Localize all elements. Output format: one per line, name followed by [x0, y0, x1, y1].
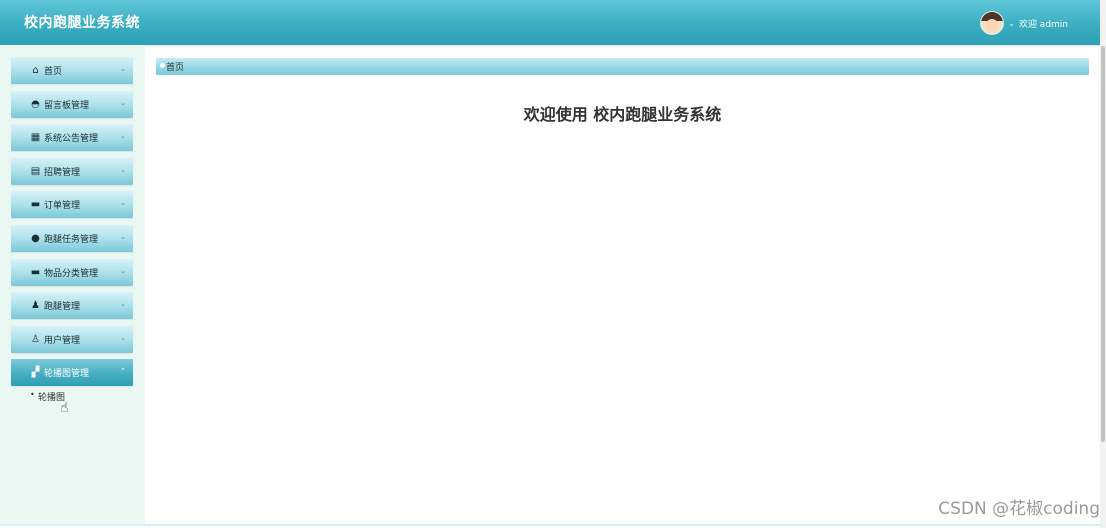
- scrollbar-thumb[interactable]: [1101, 46, 1105, 442]
- sidebar-item-users[interactable]: ♙ 用户管理 ⌄: [11, 325, 133, 353]
- sidebar-item-label: 用户管理: [44, 335, 81, 346]
- top-header: 校内跑腿业务系统 ⌄ 欢迎 admin: [0, 0, 1100, 45]
- drop-icon: ●: [31, 232, 40, 244]
- sidebar-item-label: 跑腿管理: [44, 302, 81, 313]
- chevron-down-icon: ⌄: [120, 98, 126, 107]
- watermark: CSDN @花椒coding: [938, 499, 1100, 519]
- sidebar-item-home[interactable]: ⌂ 首页 ⌄: [11, 57, 133, 84]
- sidebar-item-errand-tasks[interactable]: ● 跑腿任务管理 ⌄: [11, 224, 133, 252]
- sidebar-item-announcements[interactable]: ▦ 系统公告管理 ⌄: [11, 124, 133, 152]
- submenu-item-carousel[interactable]: • 轮播图: [11, 388, 133, 403]
- chevron-down-icon: ⌄: [120, 199, 126, 208]
- chevron-down-icon: ⌄: [120, 300, 126, 309]
- sidebar-item-label: 跑腿任务管理: [44, 234, 99, 245]
- chevron-down-icon: ⌄: [120, 165, 126, 174]
- image-icon: ▞: [31, 367, 40, 379]
- sidebar-item-orders[interactable]: ▬ 订单管理 ⌄: [11, 191, 133, 219]
- breadcrumb-item[interactable]: 首页: [166, 60, 184, 73]
- sidebar-item-label: 招聘管理: [44, 167, 81, 178]
- sidebar-item-label: 订单管理: [44, 201, 81, 212]
- chevron-down-icon: ⌄: [120, 266, 126, 275]
- sidebar-item-categories[interactable]: ▬ 物品分类管理 ⌄: [11, 258, 133, 286]
- bullet-icon: •: [30, 390, 35, 400]
- dot-icon: [160, 63, 165, 68]
- avatar[interactable]: [980, 11, 1005, 35]
- chevron-down-icon: ⌄: [120, 232, 126, 241]
- chevron-down-icon: ⌄: [120, 65, 126, 73]
- sidebar-item-message-board[interactable]: ◓ 留言板管理 ⌄: [11, 90, 133, 118]
- sidebar-item-label: 留言板管理: [44, 100, 90, 111]
- divider: [0, 524, 1100, 526]
- order-icon: ▬: [30, 199, 41, 211]
- sidebar-item-label: 首页: [44, 67, 63, 77]
- message-icon: ◓: [31, 98, 40, 110]
- home-icon: ⌂: [32, 65, 39, 76]
- sidebar-item-errand-runners[interactable]: ♟ 跑腿管理 ⌄: [11, 292, 133, 320]
- sidebar-item-label: 轮播图管理: [44, 369, 90, 380]
- chevron-down-icon: ⌄: [120, 333, 126, 342]
- building-icon: ▤: [30, 165, 41, 177]
- user-name[interactable]: 欢迎 admin: [1019, 17, 1068, 30]
- sidebar-item-label: 系统公告管理: [44, 134, 99, 145]
- sidebar-item-carousel[interactable]: ▞ 轮播图管理 ⌃: [11, 359, 133, 387]
- user-icon: ♟: [31, 300, 40, 312]
- sidebar-item-recruitment[interactable]: ▤ 招聘管理 ⌄: [11, 157, 133, 185]
- welcome-heading: 欢迎使用 校内跑腿业务系统: [523, 105, 722, 124]
- chevron-down-icon[interactable]: ⌄: [1008, 19, 1015, 28]
- user-outline-icon: ♙: [31, 333, 40, 345]
- sidebar-item-label: 物品分类管理: [44, 268, 99, 279]
- sidebar-menu: ⌂ 首页 ⌄ ◓ 留言板管理 ⌄ ▦ 系统公告管理 ⌄ ▤ 招聘管理 ⌄ ▬ 订…: [11, 57, 133, 403]
- user-menu[interactable]: ⌄ 欢迎 admin: [980, 11, 1068, 35]
- hand-cursor-icon: ☝: [60, 400, 69, 416]
- app-title: 校内跑腿业务系统: [24, 15, 140, 31]
- grid-icon: ▦: [30, 132, 41, 144]
- box-icon: ▬: [30, 266, 41, 278]
- breadcrumb: 首页: [156, 58, 1089, 75]
- chevron-up-icon: ⌃: [120, 367, 126, 376]
- sidebar: ⌂ 首页 ⌄ ◓ 留言板管理 ⌄ ▦ 系统公告管理 ⌄ ▤ 招聘管理 ⌄ ▬ 订…: [0, 45, 145, 526]
- chevron-down-icon: ⌄: [120, 132, 126, 141]
